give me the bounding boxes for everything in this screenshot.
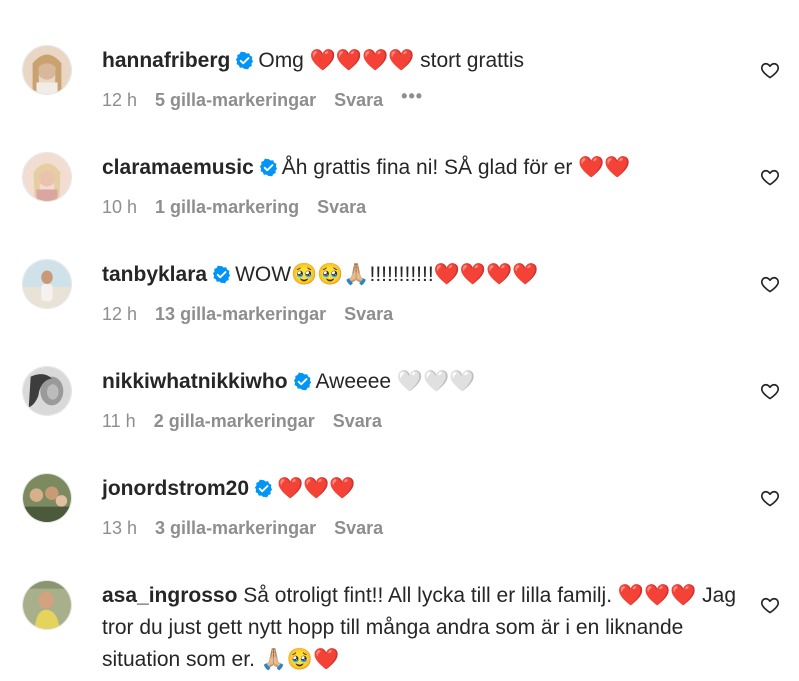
- comment-body: Omg ❤️❤️❤️❤️ stort grattis: [258, 49, 524, 72]
- heart-outline-icon: [760, 490, 780, 507]
- verified-badge-icon: [293, 369, 312, 391]
- likes-count[interactable]: 2 gilla-markeringar: [154, 411, 315, 431]
- likes-count[interactable]: 3 gilla-markeringar: [155, 518, 316, 538]
- reply-button[interactable]: Svara: [344, 304, 393, 324]
- likes-count[interactable]: 13 gilla-markeringar: [155, 304, 326, 324]
- comment-body: Aweeee 🤍🤍🤍: [315, 370, 476, 393]
- comment-body: WOW🥹🥹🙏🏼!!!!!!!!!!!❤️❤️❤️❤️: [235, 263, 539, 286]
- username[interactable]: asa_ingrosso: [102, 584, 237, 607]
- verified-badge-icon: [254, 476, 273, 498]
- heart-outline-icon: [760, 383, 780, 400]
- comment-meta: 12 h 13 gilla-markeringar Svara: [102, 304, 411, 325]
- timestamp[interactable]: 13 h: [102, 518, 137, 538]
- comment-text: nikkiwhatnikkiwho Aweeee 🤍🤍🤍: [102, 366, 742, 398]
- like-button[interactable]: [760, 60, 780, 80]
- avatar[interactable]: [22, 152, 72, 202]
- likes-count[interactable]: 5 gilla-markeringar: [155, 90, 316, 110]
- reply-button[interactable]: Svara: [334, 518, 383, 538]
- timestamp[interactable]: 12 h: [102, 90, 137, 110]
- like-button[interactable]: [760, 381, 780, 401]
- reply-button[interactable]: Svara: [317, 197, 366, 217]
- comment-meta: 11 h 2 gilla-markeringar Svara: [102, 411, 400, 432]
- comment-text: tanbyklara WOW🥹🥹🙏🏼!!!!!!!!!!!❤️❤️❤️❤️: [102, 259, 742, 291]
- likes-count[interactable]: 1 gilla-markering: [155, 197, 299, 217]
- like-button[interactable]: [760, 167, 780, 187]
- reply-button[interactable]: Svara: [333, 411, 382, 431]
- comment-text: claramaemusic Åh grattis fina ni! SÅ glad…: [102, 152, 742, 184]
- avatar[interactable]: [22, 45, 72, 95]
- comment-text: jonordstrom20 ❤️❤️❤️: [102, 473, 742, 505]
- timestamp[interactable]: 10 h: [102, 197, 137, 217]
- avatar[interactable]: [22, 259, 72, 309]
- like-button[interactable]: [760, 274, 780, 294]
- comment-meta: 13 h 3 gilla-markeringar Svara: [102, 518, 401, 539]
- like-button[interactable]: [760, 595, 780, 615]
- heart-outline-icon: [760, 62, 780, 79]
- username[interactable]: claramaemusic: [102, 156, 254, 179]
- avatar[interactable]: [22, 366, 72, 416]
- username[interactable]: tanbyklara: [102, 263, 207, 286]
- comment-body: ❤️❤️❤️: [277, 477, 356, 500]
- verified-badge-icon: [212, 262, 231, 284]
- comment-text: hannafriberg Omg ❤️❤️❤️❤️ stort grattis: [102, 45, 742, 77]
- heart-outline-icon: [760, 276, 780, 293]
- more-options-icon[interactable]: •••: [401, 86, 423, 107]
- verified-badge-icon: [235, 48, 254, 70]
- comment-body: Åh grattis fina ni! SÅ glad för er ❤️❤️: [281, 156, 631, 179]
- verified-badge-icon: [259, 155, 278, 177]
- timestamp[interactable]: 11 h: [102, 411, 136, 431]
- comment-meta: 12 h 5 gilla-markeringar Svara •••: [102, 86, 441, 111]
- comment-text: asa_ingrosso Så otroligt fint!! All lyck…: [102, 580, 742, 676]
- like-button[interactable]: [760, 488, 780, 508]
- heart-outline-icon: [760, 597, 780, 614]
- username[interactable]: nikkiwhatnikkiwho: [102, 370, 288, 393]
- heart-outline-icon: [760, 169, 780, 186]
- avatar[interactable]: [22, 580, 72, 630]
- avatar[interactable]: [22, 473, 72, 523]
- username[interactable]: jonordstrom20: [102, 477, 249, 500]
- comment-meta: 10 h 1 gilla-markering Svara: [102, 197, 384, 218]
- username[interactable]: hannafriberg: [102, 49, 230, 72]
- timestamp[interactable]: 12 h: [102, 304, 137, 324]
- reply-button[interactable]: Svara: [334, 90, 383, 110]
